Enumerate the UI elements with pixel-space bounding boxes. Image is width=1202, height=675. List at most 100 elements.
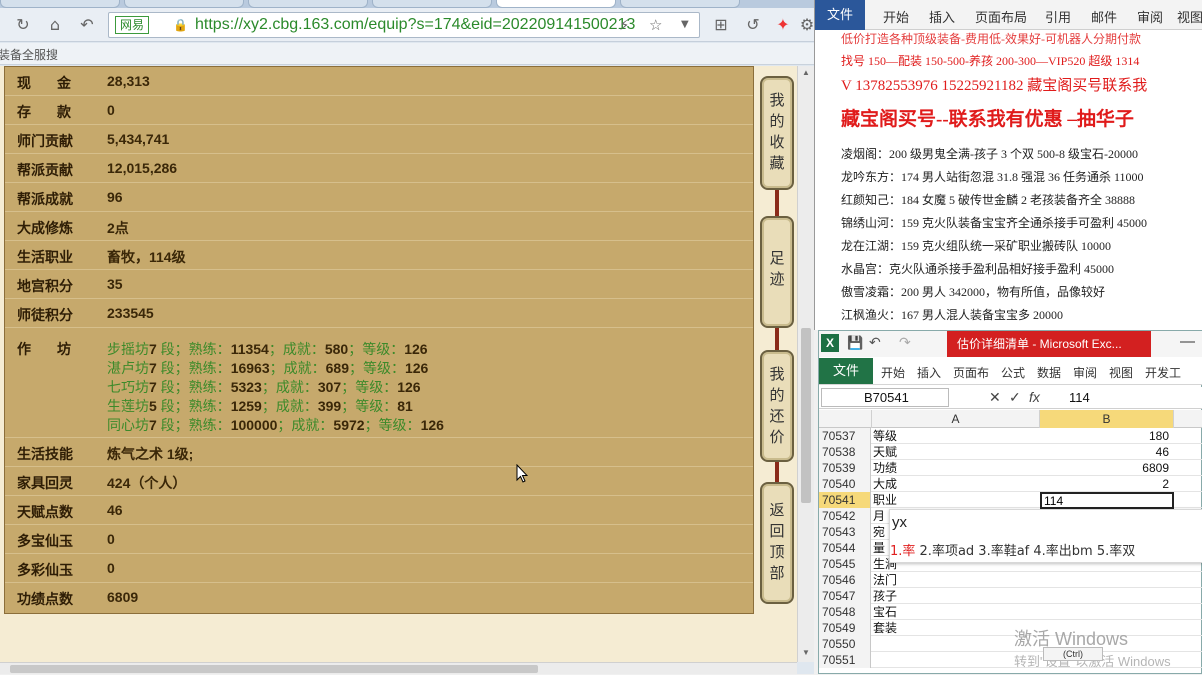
excel-file-tab[interactable]: 文件	[819, 358, 873, 384]
star-icon[interactable]: ☆	[649, 15, 662, 35]
row-number[interactable]: 70547	[819, 588, 871, 604]
excel-tab-developer[interactable]: 开发工	[1145, 364, 1181, 381]
row-number[interactable]: 70540	[819, 476, 871, 492]
sheet-row[interactable]: 70546 法门	[819, 572, 1202, 588]
refresh-icon[interactable]: ↻	[12, 14, 34, 36]
word-tab-view[interactable]: 视图	[1177, 7, 1202, 26]
horizontal-scrollbar[interactable]	[0, 662, 797, 674]
row-number[interactable]: 70537	[819, 428, 871, 444]
cell-a[interactable]: 孩子	[873, 588, 897, 604]
row-number[interactable]: 70538	[819, 444, 871, 460]
back-to-top-button[interactable]: 返回顶部	[760, 482, 794, 604]
cell-b[interactable]: 46	[1041, 444, 1173, 460]
sheet-row[interactable]: 70537 等级 180	[819, 428, 1202, 444]
row-number[interactable]: 70542	[819, 508, 871, 524]
grid-icon[interactable]: ⊞	[710, 14, 732, 36]
row-number[interactable]: 70541	[819, 492, 871, 508]
sheet-row[interactable]: 70538 天赋 46	[819, 444, 1202, 460]
browser-tab[interactable]	[0, 0, 120, 8]
excel-tab-review[interactable]: 审阅	[1073, 364, 1097, 381]
game-icon[interactable]: ✦	[772, 14, 794, 36]
row-number[interactable]: 70550	[819, 636, 871, 652]
ime-candidate-selected[interactable]: 1.率	[890, 544, 915, 559]
excel-tab-view[interactable]: 视图	[1109, 364, 1133, 381]
select-all-corner[interactable]	[819, 410, 872, 428]
ime-candidates[interactable]: 1.率 2.率项ad 3.率鞋af 4.率出bm 5.率双	[890, 540, 1135, 559]
cell-b[interactable]: 6809	[1041, 460, 1173, 476]
save-icon[interactable]: 💾	[847, 335, 863, 351]
excel-tab-page-layout[interactable]: 页面布	[953, 364, 989, 381]
browser-tab[interactable]	[372, 0, 492, 8]
sheet-row[interactable]: 70550	[819, 636, 1202, 652]
refresh-alt-icon[interactable]: ↺	[742, 14, 764, 36]
cell-a[interactable]: 天赋	[873, 444, 897, 460]
cell-a[interactable]: 宛	[873, 524, 885, 540]
word-tab-insert[interactable]: 插入	[929, 7, 955, 26]
browser-tab[interactable]	[620, 0, 740, 8]
sheet-row[interactable]: 70547 孩子	[819, 588, 1202, 604]
word-tab-home[interactable]: 开始	[883, 7, 909, 26]
my-counteroffer-button[interactable]: 我的还价	[760, 350, 794, 462]
sheet-row[interactable]: 70541 职业 114	[819, 492, 1202, 509]
scroll-thumb[interactable]	[10, 665, 538, 673]
excel-tab-formulas[interactable]: 公式	[1001, 364, 1025, 381]
cell-a[interactable]: 等级	[873, 428, 897, 444]
selected-cell[interactable]: 114	[1040, 492, 1174, 509]
word-tab-layout[interactable]: 页面布局	[975, 7, 1027, 26]
word-tab-review[interactable]: 审阅	[1137, 7, 1163, 26]
excel-tab-home[interactable]: 开始	[881, 364, 905, 381]
sheet-row[interactable]: 70540 大成 2	[819, 476, 1202, 492]
footprint-button[interactable]: 足迹	[760, 216, 794, 328]
back-icon[interactable]: ↶	[76, 14, 98, 36]
column-header-a[interactable]: A	[872, 410, 1040, 428]
cell-b[interactable]: 2	[1041, 476, 1173, 492]
confirm-icon[interactable]: ✓	[1009, 388, 1021, 407]
cell-a[interactable]: 功绩	[873, 460, 897, 476]
cell-a[interactable]: 职业	[873, 492, 897, 508]
my-favorites-button[interactable]: 我的收藏	[760, 76, 794, 190]
cancel-icon[interactable]: ✕	[989, 388, 1001, 407]
cell-a[interactable]: 法门	[873, 572, 897, 588]
cell-a[interactable]: 大成	[873, 476, 897, 492]
dropdown-icon[interactable]: ▼	[681, 15, 689, 35]
column-header-b[interactable]: B	[1040, 410, 1174, 428]
name-box[interactable]: B70541	[821, 388, 949, 407]
scroll-down-arrow-icon[interactable]: ▼	[801, 648, 811, 657]
row-number[interactable]: 70545	[819, 556, 871, 572]
formula-input[interactable]: 114	[1069, 388, 1090, 407]
paste-options-button[interactable]: (Ctrl)	[1043, 647, 1103, 661]
row-number[interactable]: 70548	[819, 604, 871, 620]
sheet-row[interactable]: 70539 功绩 6809	[819, 460, 1202, 476]
cell-b[interactable]: 180	[1041, 428, 1173, 444]
cell-a[interactable]: 套装	[873, 620, 897, 636]
scroll-thumb[interactable]	[801, 328, 811, 503]
vertical-scrollbar[interactable]: ▲ ▼	[797, 66, 814, 662]
cell-a[interactable]: 宝石	[873, 604, 897, 620]
browser-tab[interactable]	[248, 0, 368, 8]
sheet-row[interactable]: 70548 宝石	[819, 604, 1202, 620]
excel-tab-insert[interactable]: 插入	[917, 364, 941, 381]
lightning-icon[interactable]: ⚡	[619, 15, 630, 35]
browser-tab-active[interactable]	[496, 0, 616, 8]
scroll-up-arrow-icon[interactable]: ▲	[801, 68, 811, 77]
minimize-icon[interactable]: —	[1180, 333, 1195, 350]
word-document[interactable]: 低价打造各种顶级装备-费用低-效果好-可机器人分期付款 找号 150—配装 15…	[815, 30, 1202, 330]
word-file-tab[interactable]: 文件	[815, 0, 865, 30]
browser-tab[interactable]	[124, 0, 244, 8]
row-number[interactable]: 70544	[819, 540, 871, 556]
word-tab-references[interactable]: 引用	[1045, 7, 1071, 26]
ime-candidate-others[interactable]: 2.率项ad 3.率鞋af 4.率出bm 5.率双	[915, 544, 1136, 559]
row-number[interactable]: 70543	[819, 524, 871, 540]
sheet-row[interactable]: 70549 套装	[819, 620, 1202, 636]
url-text[interactable]: https://xy2.cbg.163.com/equip?s=174&eid=…	[195, 14, 635, 36]
row-number[interactable]: 70549	[819, 620, 871, 636]
address-bar[interactable]: 网易 🔒 https://xy2.cbg.163.com/equip?s=174…	[108, 12, 700, 38]
redo-icon[interactable]: ↷	[899, 334, 911, 351]
row-number[interactable]: 70546	[819, 572, 871, 588]
home-icon[interactable]: ⌂	[44, 14, 66, 36]
bookmark-item[interactable]: 装备全服搜	[0, 46, 58, 63]
row-number[interactable]: 70539	[819, 460, 871, 476]
cell-a[interactable]: 月	[873, 508, 885, 524]
word-tab-mailings[interactable]: 邮件	[1091, 7, 1117, 26]
function-icon[interactable]: fx	[1029, 388, 1040, 407]
